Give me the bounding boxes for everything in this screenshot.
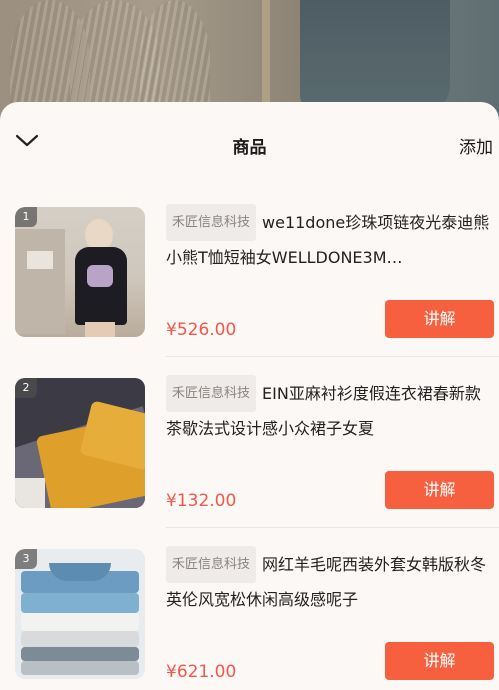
shop-tag: 禾匠信息科技 bbox=[166, 375, 257, 412]
product-price: ¥132.00 bbox=[166, 491, 237, 511]
product-name[interactable]: 禾匠信息科技 EIN亚麻衬衫度假连衣裙春新款茶歇法式设计感小众裙子女夏 bbox=[166, 375, 493, 437]
sheet-header: 商品 添加 bbox=[0, 102, 499, 190]
sheet-title: 商品 bbox=[232, 138, 267, 158]
explain-button[interactable]: 讲解 bbox=[385, 300, 494, 338]
product-image[interactable]: 3 bbox=[15, 549, 145, 679]
shop-tag: 禾匠信息科技 bbox=[166, 204, 257, 241]
rank-badge: 1 bbox=[15, 207, 37, 227]
product-image[interactable]: 2 bbox=[15, 378, 145, 508]
rank-badge: 3 bbox=[15, 549, 37, 569]
divider bbox=[166, 356, 499, 357]
product-name[interactable]: 禾匠信息科技 网红羊毛呢西装外套女韩版秋冬英伦风宽松休闲高级感呢子 bbox=[166, 546, 493, 608]
product-name[interactable]: 禾匠信息科技 we11done珍珠项链夜光泰迪熊小熊T恤短袖女WELLDONE3M… bbox=[166, 204, 493, 266]
divider bbox=[166, 527, 499, 528]
rank-badge: 2 bbox=[15, 378, 37, 398]
product-image[interactable]: 1 bbox=[15, 207, 145, 337]
explain-button[interactable]: 讲解 bbox=[385, 642, 494, 680]
product-price: ¥526.00 bbox=[166, 320, 237, 340]
product-item[interactable]: 3 禾匠信息科技 网红羊毛呢西装外套女韩版秋冬英伦风宽松休闲高级感呢子 ¥621.… bbox=[0, 546, 499, 690]
add-product-button[interactable]: 添加 bbox=[459, 133, 493, 158]
product-item[interactable]: 1 禾匠信息科技 we11done珍珠项链夜光泰迪熊小熊T恤短袖女WELLDONE… bbox=[0, 204, 499, 376]
chevron-down-icon[interactable] bbox=[14, 130, 50, 160]
explain-button[interactable]: 讲解 bbox=[385, 471, 494, 509]
product-price: ¥621.00 bbox=[166, 662, 237, 682]
product-item[interactable]: 2 禾匠信息科技 EIN亚麻衬衫度假连衣裙春新款茶歇法式设计感小众裙子女夏 ¥13… bbox=[0, 375, 499, 547]
clothes-rack bbox=[262, 0, 270, 110]
hanging-coat bbox=[300, 0, 450, 115]
product-list-sheet: 商品 添加 1 禾匠信息科技 we11done珍珠项链夜光泰迪熊小熊T恤短袖女WE… bbox=[0, 102, 499, 690]
shop-tag: 禾匠信息科技 bbox=[166, 546, 257, 583]
